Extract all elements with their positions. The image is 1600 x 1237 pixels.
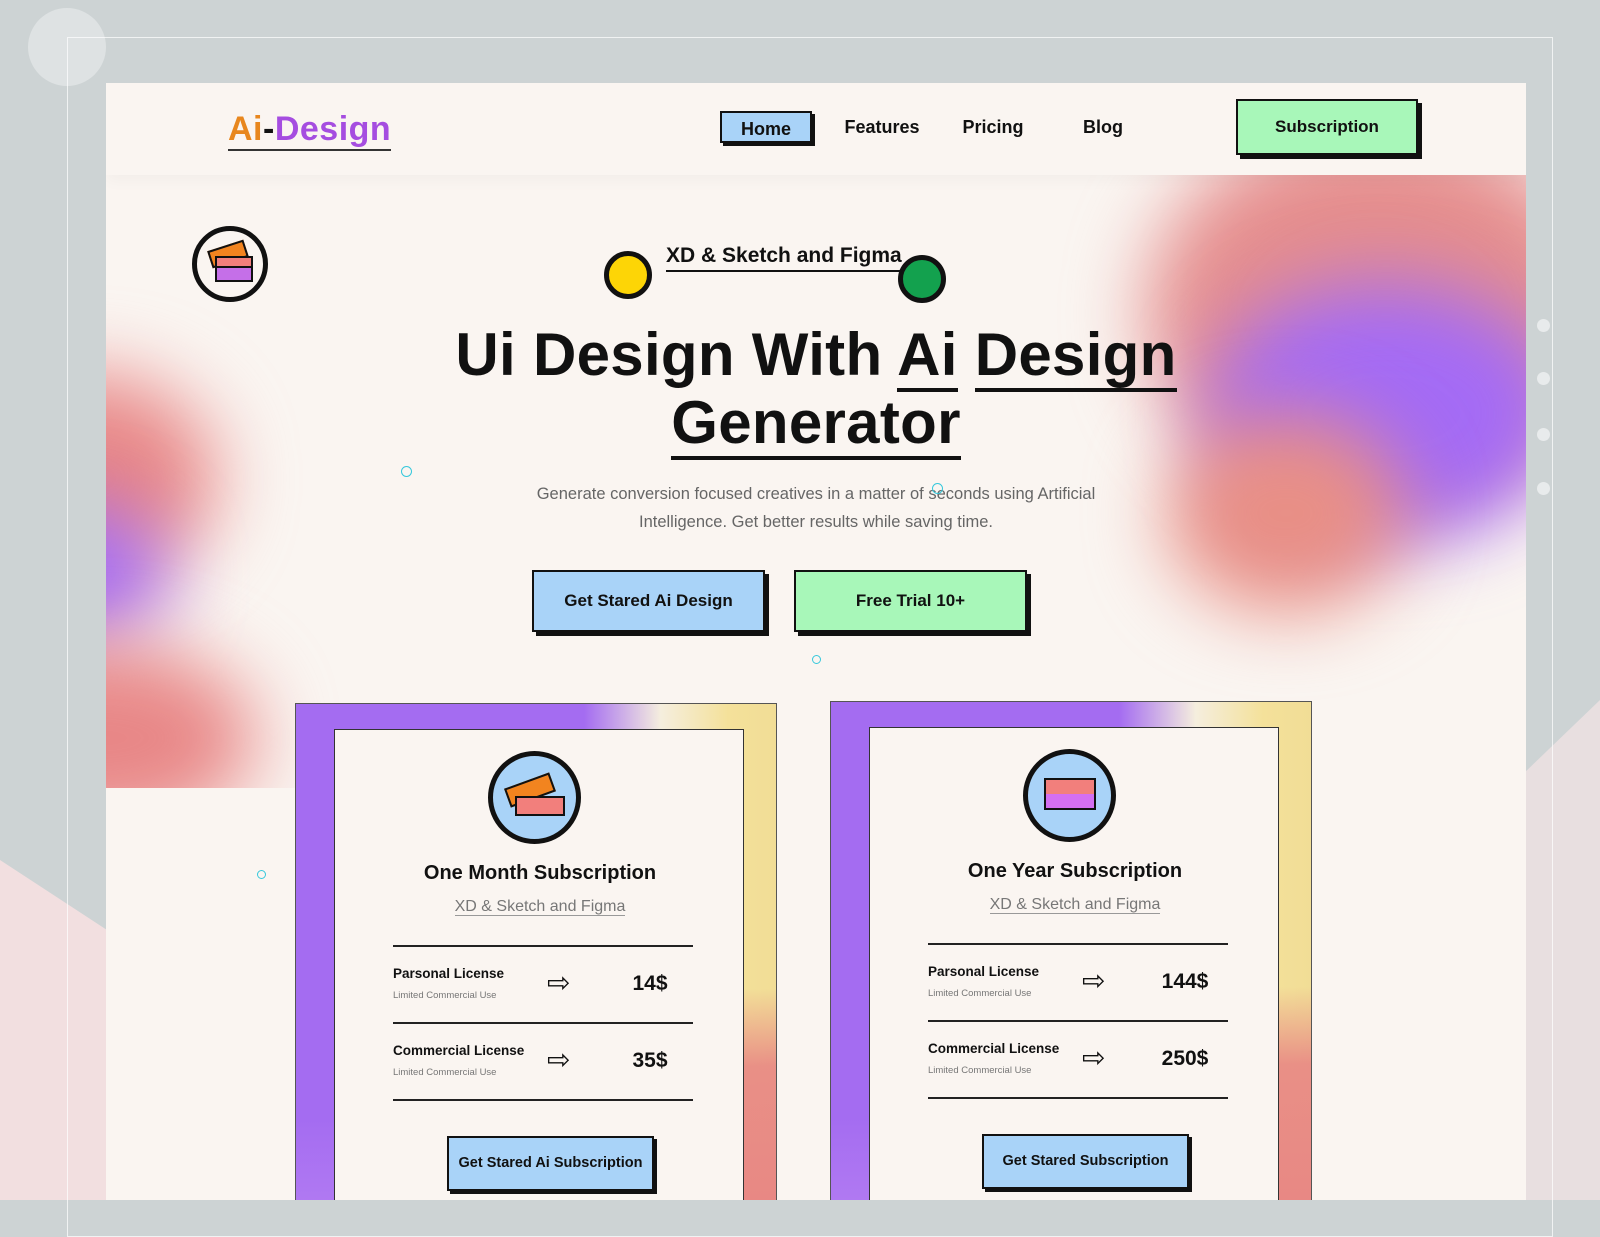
license-note: Limited Commercial Use <box>928 988 1032 999</box>
landing-page: Ai-Design Home Features Pricing Blog Sub… <box>106 83 1526 1200</box>
stacked-cards-icon <box>1023 749 1116 842</box>
plan-subtitle-text: XD & Sketch and Figma <box>454 898 626 916</box>
tickets-icon <box>192 226 268 302</box>
plan-subtitle: XD & Sketch and Figma <box>870 896 1280 914</box>
logo-part-design: Design <box>274 110 392 148</box>
logo[interactable]: Ai-Design <box>228 110 392 151</box>
free-trial-button[interactable]: Free Trial 10+ <box>794 570 1027 632</box>
divider <box>928 943 1228 945</box>
slide-dot[interactable] <box>1537 428 1550 441</box>
arrow-right-icon: ⇨ <box>1082 1042 1106 1073</box>
license-name: Commercial License <box>928 1041 1060 1056</box>
green-dot-icon <box>898 255 946 303</box>
plan-subtitle-text: XD & Sketch and Figma <box>989 896 1161 914</box>
hero-description: Generate conversion focused creatives in… <box>536 485 1096 531</box>
ring-decoration <box>812 655 821 664</box>
plan-card-month: One Month Subscription XD & Sketch and F… <box>295 703 777 1200</box>
logo-dash: - <box>263 110 275 148</box>
month-subscribe-button[interactable]: Get Stared Ai Subscription <box>447 1136 654 1191</box>
slide-dot[interactable] <box>1537 482 1550 495</box>
ring-decoration <box>932 483 943 494</box>
license-price: 35$ <box>632 1049 668 1072</box>
license-note: Limited Commercial Use <box>928 1065 1032 1076</box>
nav-blog[interactable]: Blog <box>1068 111 1138 143</box>
nav-home[interactable]: Home <box>720 111 812 143</box>
plan-title: One Year Subscription <box>967 860 1183 882</box>
license-price: 250$ <box>1161 1047 1209 1070</box>
license-name: Commercial License <box>393 1043 525 1058</box>
divider <box>928 1097 1228 1099</box>
hero-title-part: Design <box>974 321 1177 392</box>
logo-part-ai: Ai <box>228 110 263 148</box>
divider <box>928 1020 1228 1022</box>
year-subscribe-button[interactable]: Get Stared Subscription <box>982 1134 1189 1189</box>
license-name: Parsonal License <box>928 964 1040 979</box>
plan-card-body: One Month Subscription XD & Sketch and F… <box>334 729 744 1200</box>
card-gradient <box>296 704 334 1200</box>
slide-dot[interactable] <box>1537 319 1550 332</box>
divider <box>393 945 693 947</box>
slide-dot[interactable] <box>1537 372 1550 385</box>
hero-title: Ui Design With Ai Design Generator <box>106 321 1526 460</box>
site-header: Ai-Design Home Features Pricing Blog Sub… <box>106 83 1526 175</box>
hero-tag: XD & Sketch and Figma <box>666 244 902 272</box>
ring-decoration <box>401 466 412 477</box>
license-price: 14$ <box>632 972 668 995</box>
nav-pricing[interactable]: Pricing <box>948 111 1038 143</box>
license-note: Limited Commercial Use <box>393 1067 497 1078</box>
hero-title-part: Ui Design With <box>455 321 883 388</box>
license-name: Parsonal License <box>393 966 505 981</box>
plan-subtitle: XD & Sketch and Figma <box>335 898 745 916</box>
hero-title-part: Generator <box>671 389 961 460</box>
divider <box>393 1099 693 1101</box>
arrow-right-icon: ⇨ <box>547 967 571 998</box>
nav-features[interactable]: Features <box>832 111 932 143</box>
plan-title: One Month Subscription <box>423 862 657 884</box>
yellow-dot-icon <box>604 251 652 299</box>
license-price: 144$ <box>1161 970 1209 993</box>
get-started-button[interactable]: Get Stared Ai Design <box>532 570 765 632</box>
hero-title-part: Ai <box>897 321 958 392</box>
license-note: Limited Commercial Use <box>393 990 497 1001</box>
subscription-button[interactable]: Subscription <box>1236 99 1418 155</box>
card-gradient <box>831 702 869 1200</box>
arrow-right-icon: ⇨ <box>547 1044 571 1075</box>
plan-card-year: One Year Subscription XD & Sketch and Fi… <box>830 701 1312 1200</box>
ring-decoration <box>257 870 266 879</box>
divider <box>393 1022 693 1024</box>
tickets-icon <box>488 751 581 844</box>
arrow-right-icon: ⇨ <box>1082 965 1106 996</box>
plan-card-body: One Year Subscription XD & Sketch and Fi… <box>869 727 1279 1200</box>
